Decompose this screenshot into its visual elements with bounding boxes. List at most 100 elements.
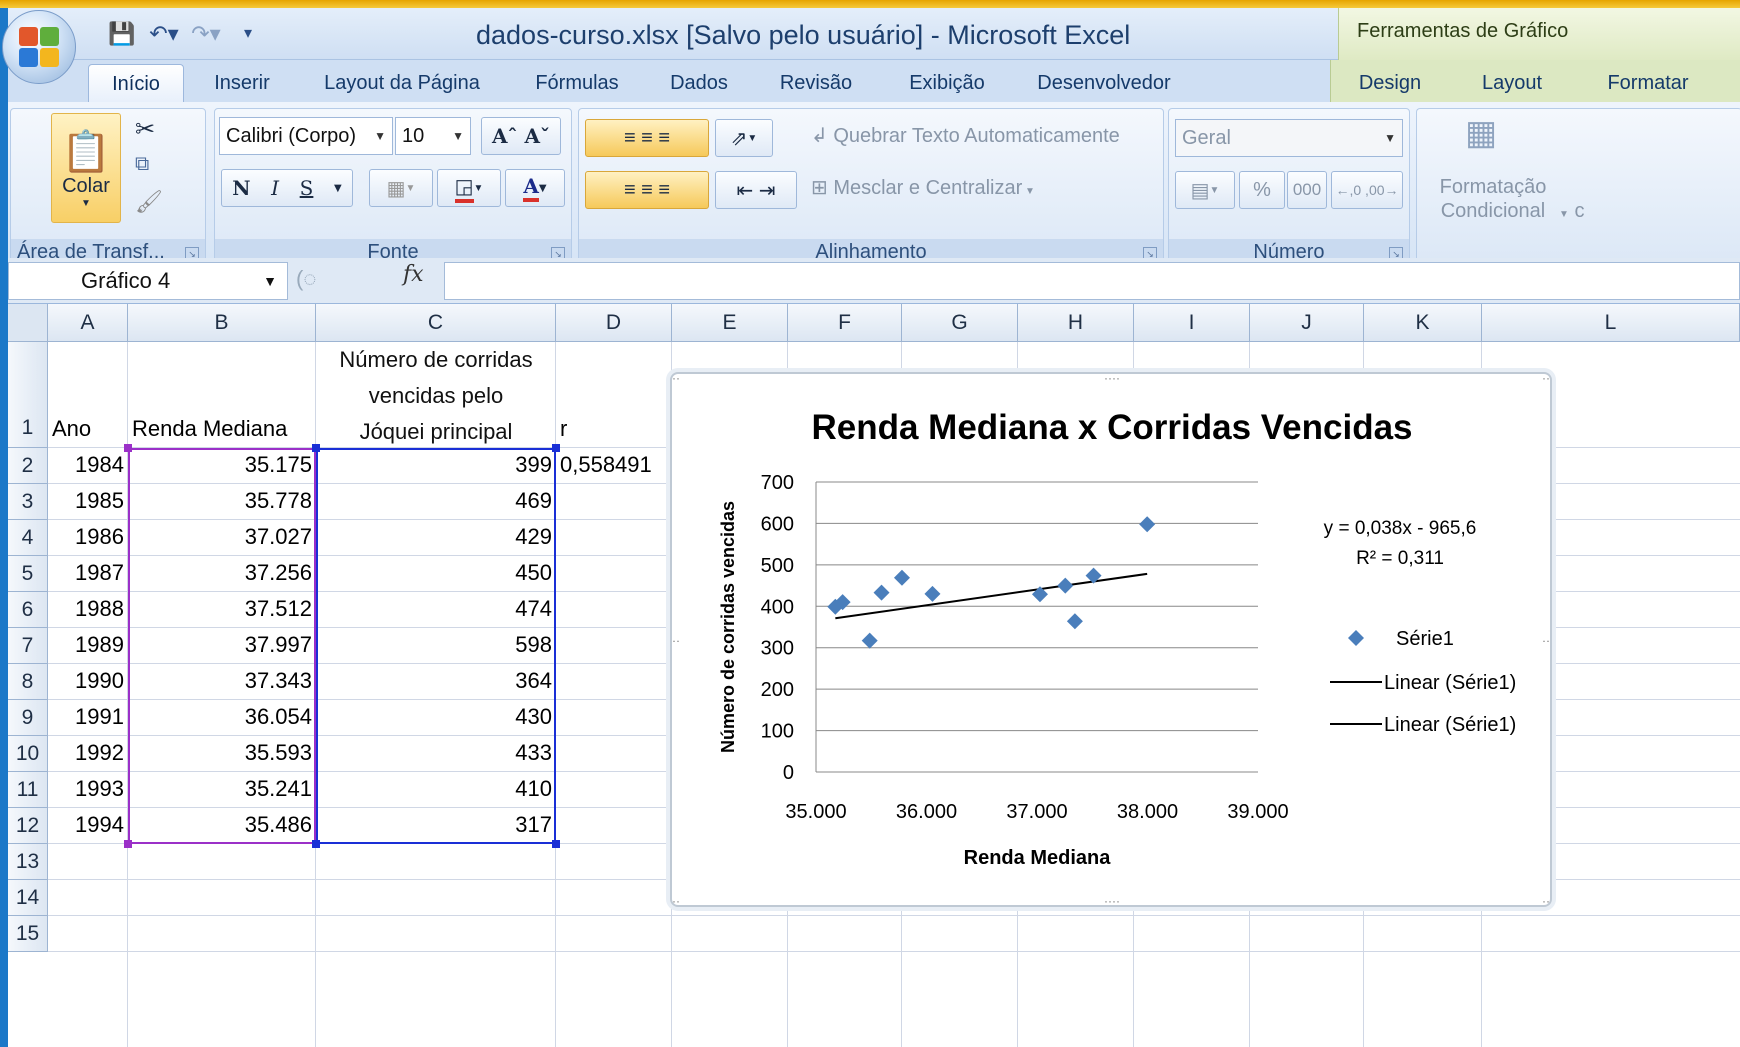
font-size-select[interactable]: 10 ▼ xyxy=(395,117,471,155)
data-point[interactable] xyxy=(893,569,910,586)
tab-formatar[interactable]: Formatar xyxy=(1593,64,1703,102)
range-handle[interactable] xyxy=(124,840,132,848)
insert-function-icon[interactable]: fx xyxy=(403,262,424,287)
data-point[interactable] xyxy=(1066,613,1083,630)
row-header-13[interactable]: 13 xyxy=(8,844,48,880)
range-handle[interactable] xyxy=(552,840,560,848)
tab-inserir[interactable]: Inserir xyxy=(204,64,280,102)
cell-ano[interactable]: 1984 xyxy=(48,448,128,482)
thousands-button[interactable]: 000 xyxy=(1287,171,1327,209)
name-box[interactable]: Gráfico 4 ▼ xyxy=(8,262,288,300)
underline-button[interactable]: S xyxy=(300,176,314,200)
chart-resize-handle[interactable]: ·· xyxy=(1542,894,1550,907)
indent-buttons[interactable]: ⇤ ⇥ xyxy=(715,171,797,209)
conditional-format-button[interactable]: Formatação Condicional xyxy=(1433,175,1553,223)
cell-ano[interactable]: 1993 xyxy=(48,772,128,806)
row-header-3[interactable]: 3 xyxy=(8,484,48,520)
font-color-button[interactable]: A ▼ xyxy=(505,169,565,207)
row-header-5[interactable]: 5 xyxy=(8,556,48,592)
cell-ano[interactable]: 1991 xyxy=(48,700,128,734)
cell-d-value[interactable]: 0,558491 xyxy=(556,448,652,482)
tab-inicio[interactable]: Início xyxy=(88,64,184,102)
wrap-text-button[interactable]: ↲ Quebrar Texto Automaticamente xyxy=(811,123,1120,148)
legend-entry[interactable]: Linear (Série1) xyxy=(1384,672,1516,694)
cut-icon[interactable]: ✂ xyxy=(135,115,155,144)
row-header-6[interactable]: 6 xyxy=(8,592,48,628)
range-handle[interactable] xyxy=(552,444,560,452)
cell-ano[interactable]: 1994 xyxy=(48,808,128,842)
data-point[interactable] xyxy=(861,632,878,649)
tab-layout-pagina[interactable]: Layout da Página xyxy=(312,64,492,102)
y-axis-title[interactable]: Número de corridas vencidas xyxy=(718,501,738,753)
range-handle[interactable] xyxy=(312,444,320,452)
chart-title[interactable]: Renda Mediana x Corridas Vencidas xyxy=(672,408,1552,448)
number-format-select[interactable]: Geral ▼ xyxy=(1175,119,1403,157)
tab-exibicao[interactable]: Exibição xyxy=(898,64,996,102)
borders-button[interactable]: ▦ ▼ xyxy=(369,169,433,207)
trendline-equation[interactable]: y = 0,038x - 965,6 xyxy=(1324,518,1477,539)
underline-dropdown-icon[interactable]: ▼ xyxy=(334,183,342,194)
font-name-select[interactable]: Calibri (Corpo) ▼ xyxy=(219,117,393,155)
undo-icon[interactable]: ↶▾ xyxy=(146,20,182,48)
customize-qat-icon[interactable]: ▾ xyxy=(230,20,266,48)
percent-button[interactable]: % xyxy=(1239,171,1285,209)
chart-resize-handle[interactable]: ·· xyxy=(672,894,680,907)
chart-resize-handle[interactable]: ·· xyxy=(672,374,680,385)
merge-center-button[interactable]: ⊞ Mesclar e Centralizar ▼ xyxy=(811,175,1035,200)
column-header-a[interactable]: A xyxy=(48,304,128,342)
save-icon[interactable]: 💾 xyxy=(104,20,140,48)
conditional-format-icon[interactable]: ▦ xyxy=(1465,113,1497,153)
currency-button[interactable]: ▤ ▼ xyxy=(1175,171,1235,209)
data-point[interactable] xyxy=(1057,577,1074,594)
cell-a1-header[interactable]: Ano xyxy=(48,412,91,446)
column-header-d[interactable]: D xyxy=(556,304,672,342)
horizontal-align-buttons[interactable]: ≡ ≡ ≡ xyxy=(585,171,709,209)
conditional-dropdown-icon[interactable]: ▼ c xyxy=(1559,175,1584,227)
row-header-12[interactable]: 12 xyxy=(8,808,48,844)
tab-layout[interactable]: Layout xyxy=(1467,64,1557,102)
formula-divider-icon[interactable]: (◌ xyxy=(296,266,316,292)
chart-resize-handle[interactable]: ···· xyxy=(1104,374,1120,385)
column-header-i[interactable]: I xyxy=(1134,304,1250,342)
row-header-7[interactable]: 7 xyxy=(8,628,48,664)
tab-design[interactable]: Design xyxy=(1345,64,1435,102)
chart-resize-handle[interactable]: ·· xyxy=(1542,634,1550,648)
office-button[interactable] xyxy=(2,10,76,84)
cell-d1-header[interactable]: r xyxy=(556,412,567,446)
column-header-j[interactable]: J xyxy=(1250,304,1364,342)
column-header-k[interactable]: K xyxy=(1364,304,1482,342)
cell-ano[interactable]: 1985 xyxy=(48,484,128,518)
grow-shrink-font-button[interactable]: Aˆ Aˇ xyxy=(481,117,561,155)
chart-resize-handle[interactable]: ·· xyxy=(1542,374,1550,385)
x-axis-title[interactable]: Renda Mediana xyxy=(964,847,1112,869)
column-header-h[interactable]: H xyxy=(1018,304,1134,342)
cell-ano[interactable]: 1988 xyxy=(48,592,128,626)
range-handle[interactable] xyxy=(124,444,132,452)
column-header-e[interactable]: E xyxy=(672,304,788,342)
chart-resize-handle[interactable]: ·· xyxy=(672,634,680,648)
select-all-button[interactable] xyxy=(8,304,48,342)
redo-icon[interactable]: ↷▾ xyxy=(188,20,224,48)
row-header-10[interactable]: 10 xyxy=(8,736,48,772)
tab-formulas[interactable]: Fórmulas xyxy=(526,64,628,102)
row-header-8[interactable]: 8 xyxy=(8,664,48,700)
column-header-b[interactable]: B xyxy=(128,304,316,342)
row-header-4[interactable]: 4 xyxy=(8,520,48,556)
cell-ano[interactable]: 1987 xyxy=(48,556,128,590)
formula-input[interactable] xyxy=(444,262,1740,300)
column-header-c[interactable]: C xyxy=(316,304,556,342)
data-point[interactable] xyxy=(1139,516,1156,533)
cell-ano[interactable]: 1986 xyxy=(48,520,128,554)
column-header-g[interactable]: G xyxy=(902,304,1018,342)
row-header-9[interactable]: 9 xyxy=(8,700,48,736)
row-header-15[interactable]: 15 xyxy=(8,916,48,952)
decimal-buttons[interactable]: ←,0 ,00→ xyxy=(1331,171,1403,209)
tab-revisao[interactable]: Revisão xyxy=(774,64,858,102)
bold-button[interactable]: N xyxy=(232,176,250,200)
cell-ano[interactable]: 1992 xyxy=(48,736,128,770)
row-header-2[interactable]: 2 xyxy=(8,448,48,484)
data-point[interactable] xyxy=(924,585,941,602)
fill-color-button[interactable]: ◲ ▼ xyxy=(437,169,501,207)
vertical-align-buttons[interactable]: ≡ ≡ ≡ xyxy=(585,119,709,157)
italic-button[interactable]: I xyxy=(271,176,279,200)
